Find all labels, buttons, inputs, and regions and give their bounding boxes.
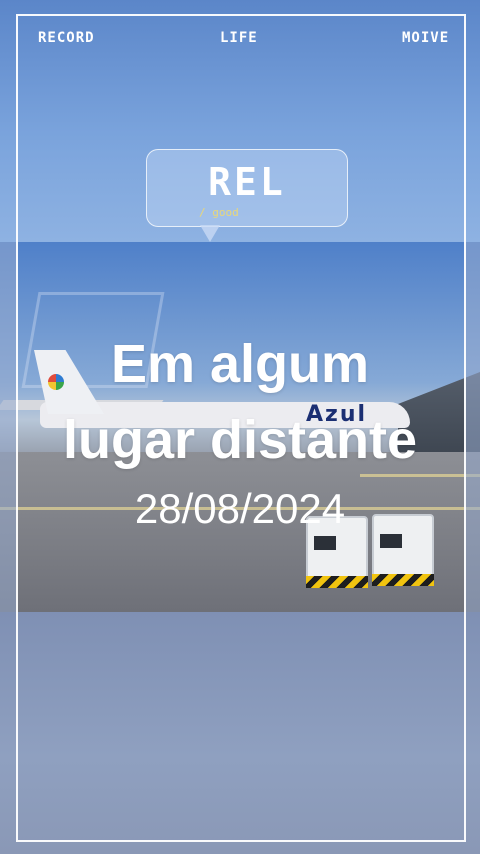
life-label: LIFE bbox=[220, 30, 258, 46]
headline-line-1: Em algum bbox=[110, 334, 370, 394]
speech-bubble: REL / good bbox=[146, 149, 348, 227]
date-text: 28/08/2024 bbox=[134, 485, 346, 532]
record-label: RECORD bbox=[38, 30, 95, 46]
moive-label: MOIVE bbox=[402, 30, 450, 46]
speech-bubble-tail bbox=[200, 225, 220, 242]
bubble-title: REL bbox=[208, 160, 286, 204]
headline-line-2: lugar distante bbox=[62, 410, 418, 470]
bubble-subtitle: / good bbox=[199, 206, 239, 219]
